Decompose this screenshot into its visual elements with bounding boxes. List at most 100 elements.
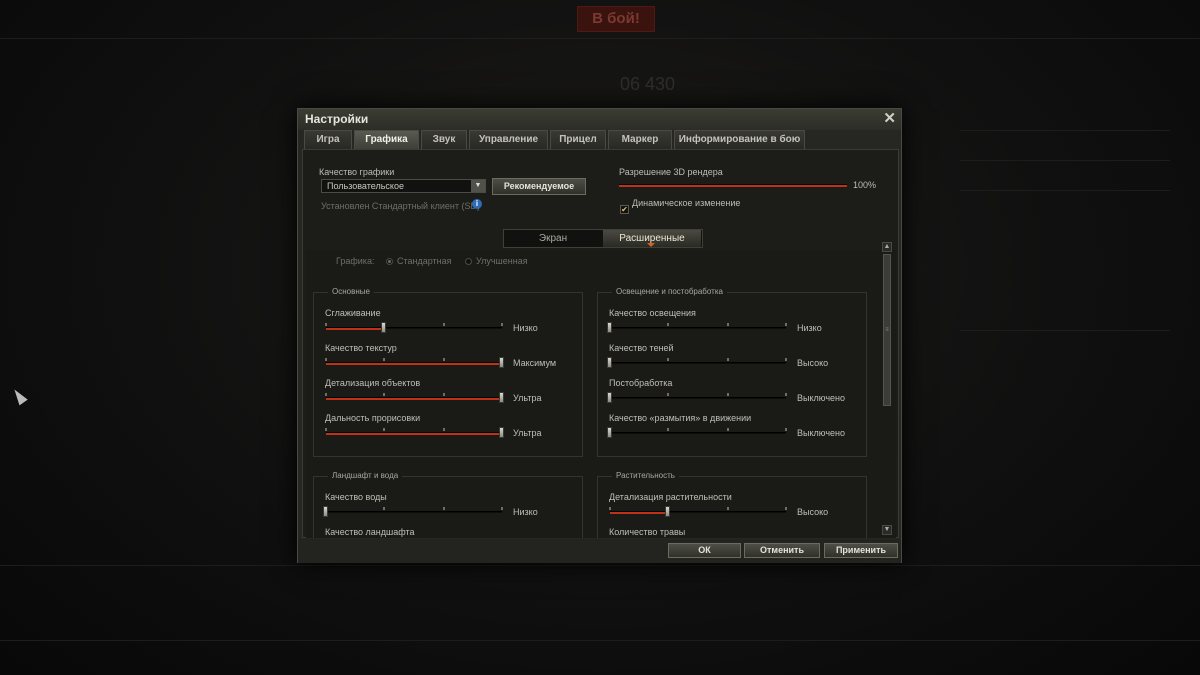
advanced-settings-scroll-area[interactable]: Графика: Стандартная Улучшенная Основные… xyxy=(306,250,896,538)
slider-label: Качество воды xyxy=(325,492,387,502)
slider-value: Выключено xyxy=(797,393,845,403)
background-rating: 06 430 xyxy=(620,74,676,94)
tab-battle-notifications[interactable]: Информирование в бою xyxy=(674,130,805,149)
slider-label: Качество «размытия» в движении xyxy=(609,413,752,423)
setting-slider[interactable] xyxy=(607,357,787,368)
apply-button[interactable]: Применить xyxy=(824,543,898,558)
slider-handle[interactable] xyxy=(607,357,612,368)
close-icon[interactable]: ✕ xyxy=(883,109,896,127)
group-lighting-title: Освещение и постобработка xyxy=(612,287,727,296)
setting-slider[interactable] xyxy=(609,506,787,517)
slider-fill xyxy=(326,433,502,435)
cancel-button[interactable]: Отменить xyxy=(744,543,820,558)
setting-slider[interactable] xyxy=(325,322,503,333)
active-indicator-icon xyxy=(647,243,655,247)
setting-slider[interactable] xyxy=(325,427,504,438)
slider-label: Детализация растительности xyxy=(609,492,732,502)
group-basic-title: Основные xyxy=(328,287,374,296)
slider-fill xyxy=(610,512,669,514)
window-title: Настройки xyxy=(305,112,369,126)
tab-game[interactable]: Игра xyxy=(304,130,352,149)
slider-fill xyxy=(326,398,502,400)
settings-window: Настройки ✕ Игра Графика Звук Управление… xyxy=(297,108,902,563)
group-landscape: Ландшафт и вода Качество воды Низко Качест… xyxy=(313,471,583,538)
client-note: Установлен Стандартный клиент (SD) xyxy=(321,201,480,211)
slider-handle[interactable] xyxy=(607,392,612,403)
slider-handle[interactable] xyxy=(381,322,387,333)
render-resolution-value: 100% xyxy=(853,180,877,190)
setting-slider[interactable] xyxy=(325,357,504,368)
subtab-screen[interactable]: Экран xyxy=(504,230,602,247)
window-titlebar: Настройки ✕ xyxy=(298,109,901,130)
tab-marker[interactable]: Маркер xyxy=(608,130,672,149)
graphics-panel: Качество графики Пользовательское ▼ Реко… xyxy=(302,149,899,538)
slider-value: Низко xyxy=(797,323,822,333)
slider-value: Высоко xyxy=(797,507,829,517)
radio-standard-label: Стандартная xyxy=(397,256,452,266)
slider-label: Детализация объектов xyxy=(325,378,421,388)
dialog-buttons: ОК Отменить Применить xyxy=(298,539,901,563)
quality-value: Пользовательское xyxy=(327,181,404,191)
graphics-subtabs: Экран Расширенные xyxy=(503,229,703,248)
tab-controls[interactable]: Управление xyxy=(469,130,548,149)
slider-handle[interactable] xyxy=(323,506,328,517)
slider-label: Сглаживание xyxy=(325,308,381,318)
tab-graphics[interactable]: Графика xyxy=(354,130,419,149)
slider-label: Постобработка xyxy=(609,378,673,388)
vertical-scrollbar[interactable]: ▲ ≡ ▼ xyxy=(882,242,893,535)
render-resolution-fill xyxy=(619,185,847,187)
scroll-down-icon[interactable]: ▼ xyxy=(882,525,892,535)
slider-handle[interactable] xyxy=(499,357,504,368)
background-battle-button: В бой! xyxy=(577,6,655,32)
slider-fill xyxy=(326,328,385,330)
mouse-cursor-icon xyxy=(10,386,28,406)
slider-label: Качество ландшафта xyxy=(325,527,415,537)
radio-improved[interactable] xyxy=(465,258,472,265)
slider-value: Низко xyxy=(513,507,538,517)
slider-label: Качество теней xyxy=(609,343,674,353)
slider-handle[interactable] xyxy=(607,322,612,333)
slider-value: Низко xyxy=(513,323,538,333)
setting-slider[interactable] xyxy=(607,322,787,333)
render-resolution-label: Разрешение 3D рендера xyxy=(619,167,723,177)
ok-button[interactable]: ОК xyxy=(668,543,741,558)
info-icon[interactable]: i xyxy=(472,199,482,209)
slider-label: Дальность прорисовки xyxy=(325,413,421,423)
slider-value: Ультра xyxy=(513,428,542,438)
quality-dropdown[interactable]: Пользовательское ▼ xyxy=(321,179,486,193)
slider-label: Качество текстур xyxy=(325,343,397,353)
group-basic: Основные Сглаживание Низко Качество тексту… xyxy=(313,287,583,457)
radio-improved-label: Улучшенная xyxy=(476,256,528,266)
dynamic-change-checkbox[interactable]: ✔ xyxy=(620,205,629,214)
slider-value: Выключено xyxy=(797,428,845,438)
slider-handle[interactable] xyxy=(607,427,612,438)
group-lighting: Освещение и постобработка Качество освещ… xyxy=(597,287,867,457)
slider-fill xyxy=(326,363,502,365)
dynamic-change-label: Динамическое изменение xyxy=(632,198,741,208)
setting-slider[interactable] xyxy=(607,427,787,438)
slider-handle[interactable] xyxy=(665,506,671,517)
scroll-thumb[interactable]: ≡ xyxy=(883,254,891,406)
group-vegetation-title: Растительность xyxy=(612,471,679,480)
group-vegetation: Растительность Детализация растительност… xyxy=(597,471,867,538)
slider-label: Количество травы xyxy=(609,527,686,537)
setting-slider[interactable] xyxy=(607,392,787,403)
setting-slider[interactable] xyxy=(323,506,503,517)
slider-value: Ультра xyxy=(513,393,542,403)
recommended-button[interactable]: Рекомендуемое xyxy=(492,178,586,195)
tab-sound[interactable]: Звук xyxy=(421,130,467,149)
group-landscape-title: Ландшафт и вода xyxy=(328,471,403,480)
chevron-down-icon: ▼ xyxy=(471,180,485,192)
render-resolution-slider[interactable] xyxy=(619,184,847,187)
slider-handle[interactable] xyxy=(499,427,504,438)
slider-handle[interactable] xyxy=(499,392,504,403)
slider-label: Качество освещения xyxy=(609,308,696,318)
subtab-advanced[interactable]: Расширенные xyxy=(603,230,701,247)
slider-value: Максимум xyxy=(513,358,557,368)
slider-value: Высоко xyxy=(797,358,829,368)
setting-slider[interactable] xyxy=(325,392,504,403)
scroll-up-icon[interactable]: ▲ xyxy=(882,242,892,252)
tab-sight[interactable]: Прицел xyxy=(550,130,606,149)
quality-label: Качество графики xyxy=(319,167,395,177)
radio-standard[interactable] xyxy=(386,258,393,265)
